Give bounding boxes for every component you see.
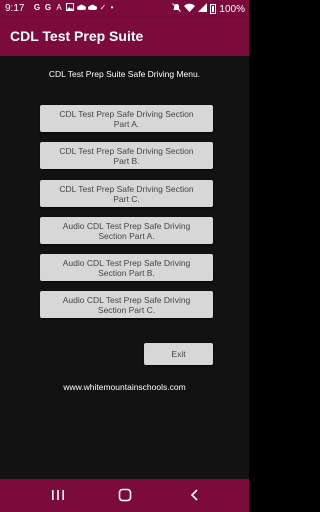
button-label: CDL Test Prep Safe Driving Section Part C… [59,184,193,204]
status-bar: 9:17 G G A ✓ • 100% [0,0,249,18]
button-label-line1: CDL Test Prep Safe Driving Section [59,145,194,156]
cloud-icon [77,3,86,12]
safe-driving-part-a-button[interactable]: CDL Test Prep Safe Driving Section Part A… [40,105,213,132]
check-icon: ✓ [99,3,107,12]
audio-safe-driving-part-a-button[interactable]: Audio CDL Test Prep Safe Driving Section … [40,217,213,244]
menu-heading: CDL Test Prep Suite Safe Driving Menu. [48,69,201,79]
button-label-line1: CDL Test Prep Safe Driving Section [59,108,194,119]
system-icons: 100% [172,3,245,15]
safe-driving-part-c-button[interactable]: CDL Test Prep Safe Driving Section Part C… [40,180,213,207]
notification-icons: G G A ✓ • [33,3,114,12]
app-title: CDL Test Prep Suite [10,28,144,44]
button-label-line2: Part B. [113,155,140,166]
back-icon[interactable] [186,488,202,502]
navigation-bar [0,479,249,512]
exit-button[interactable]: Exit [144,343,213,365]
button-label: Audio CDL Test Prep Safe Driving Section … [63,295,191,315]
battery-icon [210,4,217,14]
google-icon: G [44,3,52,12]
mute-icon [172,3,182,15]
translate-icon: A [56,3,62,12]
button-label-line2: Section Part B. [98,267,155,278]
button-label: CDL Test Prep Safe Driving Section Part B… [59,146,193,166]
button-label: Audio CDL Test Prep Safe Driving Section … [63,258,191,278]
battery-percent: 100% [219,3,245,15]
signal-icon [198,3,208,15]
button-label-line2: Part C. [113,193,140,204]
image-icon [66,3,74,12]
button-label: Audio CDL Test Prep Safe Driving Section … [63,221,191,241]
cloud-icon [88,3,97,12]
recents-icon[interactable] [50,488,66,502]
button-label-line2: Section Part A. [98,230,155,241]
audio-safe-driving-part-c-button[interactable]: Audio CDL Test Prep Safe Driving Section … [40,291,213,318]
button-label-line1: Audio CDL Test Prep Safe Driving [62,220,191,231]
status-time: 9:17 [5,3,25,14]
button-label-line1: CDL Test Prep Safe Driving Section [59,183,194,194]
main-content: CDL Test Prep Suite Safe Driving Menu. C… [0,56,249,479]
safe-driving-part-b-button[interactable]: CDL Test Prep Safe Driving Section Part B… [40,142,213,169]
app-bar: CDL Test Prep Suite [0,18,249,56]
button-label-line1: Audio CDL Test Prep Safe Driving [62,294,191,305]
wifi-icon [184,3,196,15]
button-label-line2: Section Part C. [97,304,156,315]
button-label: CDL Test Prep Safe Driving Section Part A… [59,109,193,129]
audio-safe-driving-part-b-button[interactable]: Audio CDL Test Prep Safe Driving Section … [40,254,213,281]
button-label-line2: Part A. [113,118,140,129]
button-label-line1: Audio CDL Test Prep Safe Driving [62,257,191,268]
dot-icon: • [110,3,114,12]
home-icon[interactable] [117,488,133,502]
google-icon: G [33,3,41,12]
website-link[interactable]: www.whitemountainschools.com [0,382,249,392]
